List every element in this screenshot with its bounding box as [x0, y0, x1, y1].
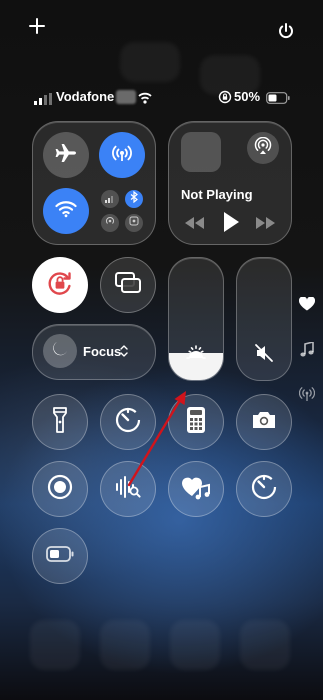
annotation-arrow [127, 391, 186, 487]
